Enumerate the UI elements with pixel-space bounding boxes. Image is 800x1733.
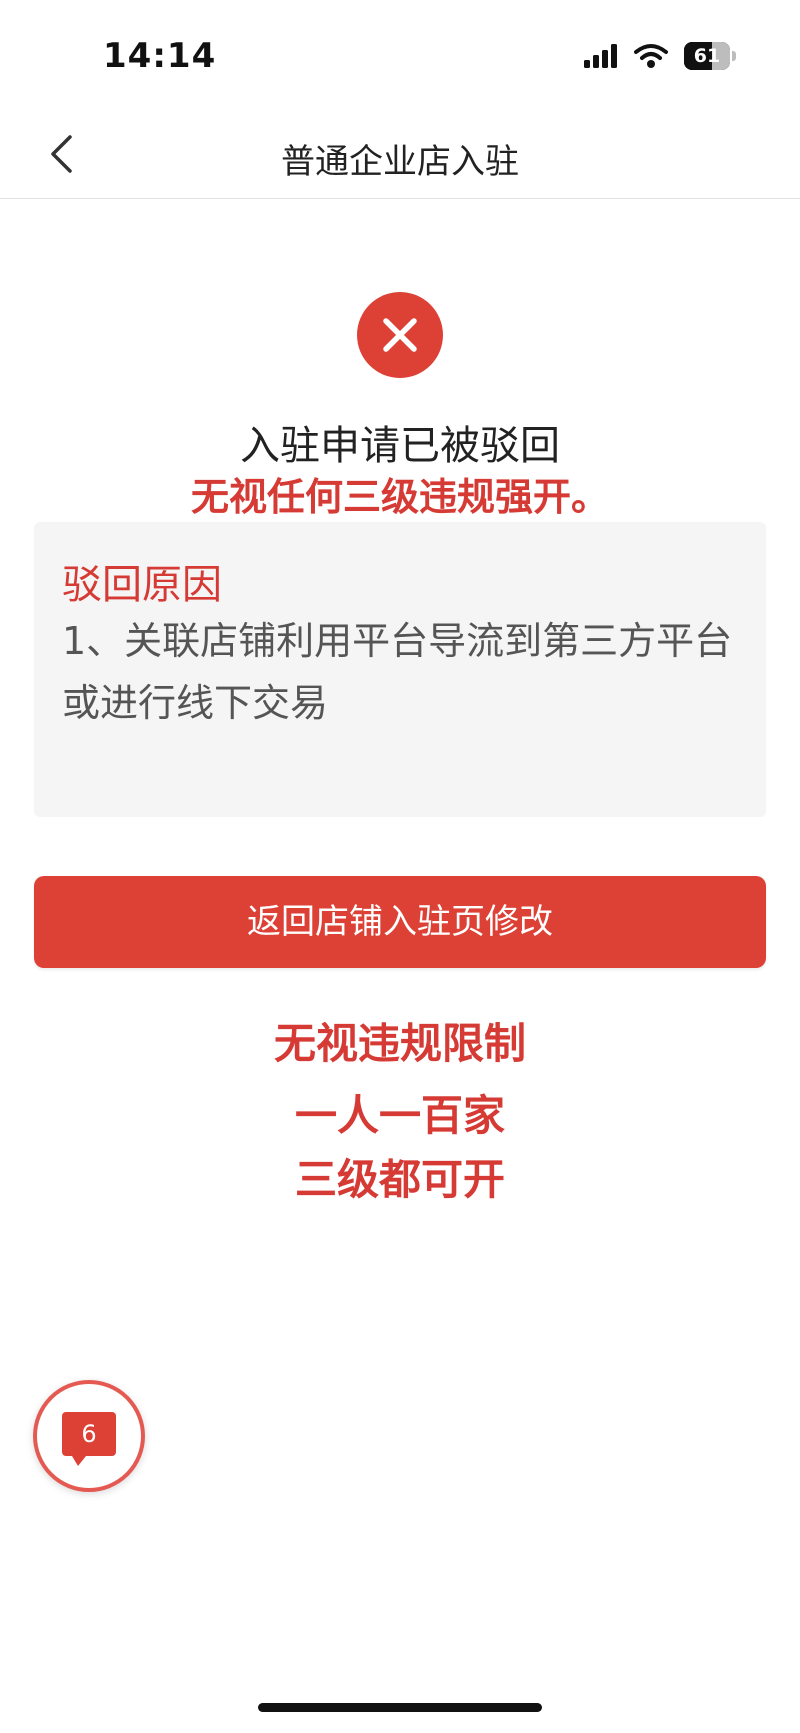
message-bubble-icon: 6 [62, 1412, 116, 1466]
wifi-icon [634, 44, 668, 68]
message-count: 6 [81, 1420, 97, 1448]
promo-line-2: 一人一百家 [294, 1091, 505, 1140]
message-fab-button[interactable]: 6 [33, 1380, 145, 1492]
home-indicator[interactable] [258, 1703, 542, 1712]
reason-heading: 驳回原因 [62, 562, 222, 608]
battery-icon: 61 [684, 42, 736, 70]
promo-line-1: 无视违规限制 [273, 1019, 526, 1068]
promo-line-3: 三级都可开 [294, 1155, 505, 1204]
result-title: 入驻申请已被驳回 [240, 423, 560, 469]
overlay-caption: 无视任何三级违规强开。 [190, 475, 609, 519]
nav-bar: 普通企业店入驻 [0, 110, 800, 199]
cellular-signal-icon [584, 44, 617, 68]
error-x-icon [357, 292, 443, 378]
status-bar: 14:14 61 [0, 0, 800, 110]
rejection-reason-panel: 驳回原因 1、关联店铺利用平台导流到第三方平台或进行线下交易 [34, 522, 766, 817]
status-time: 14:14 [103, 36, 217, 76]
reason-text: 1、关联店铺利用平台导流到第三方平台或进行线下交易 [62, 619, 733, 725]
return-to-edit-button[interactable]: 返回店铺入驻页修改 [34, 876, 766, 968]
page-title: 普通企业店入驻 [281, 142, 519, 182]
battery-percent: 61 [693, 45, 721, 67]
status-icons: 61 [584, 42, 736, 70]
